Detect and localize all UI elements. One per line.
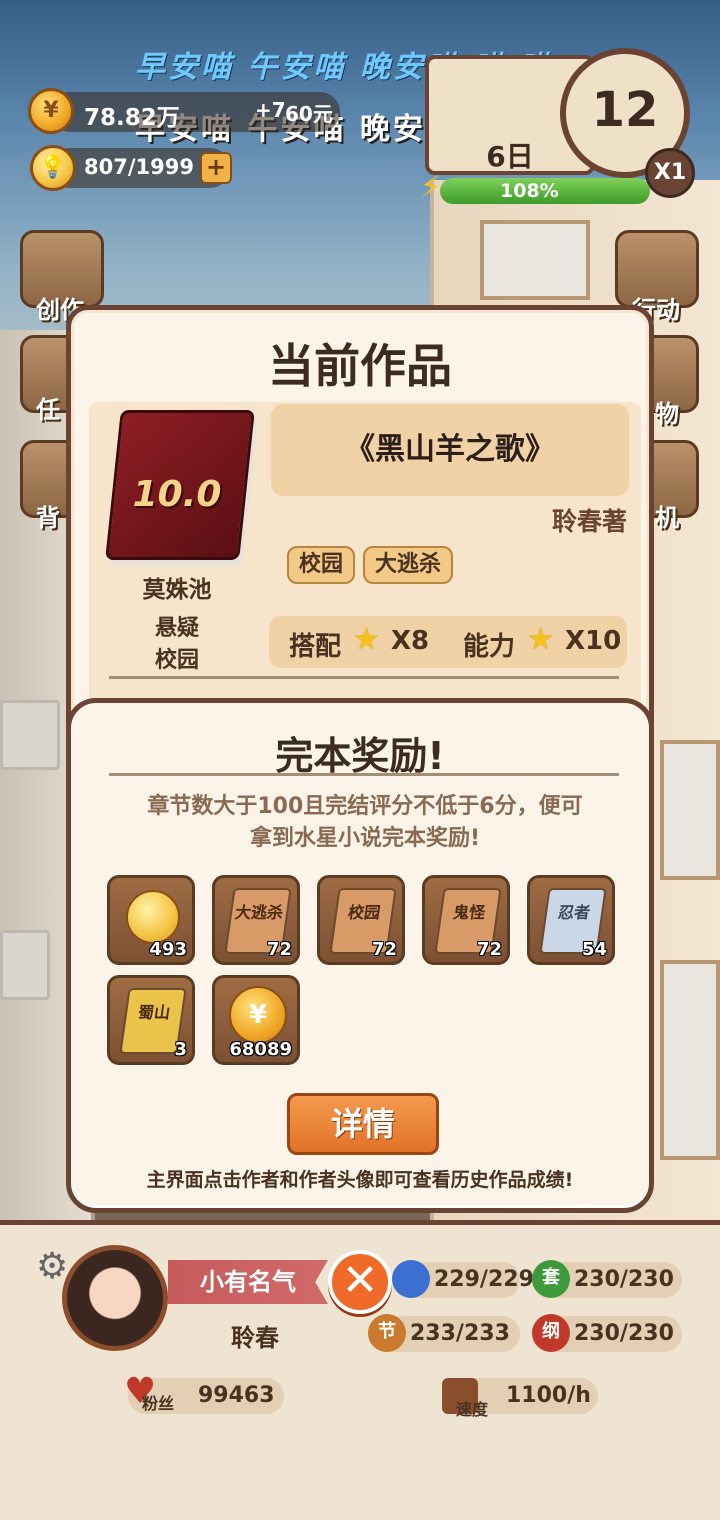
stat-pill: 纲 230/230 — [532, 1314, 682, 1352]
star-icon: ★ — [353, 622, 380, 657]
hint-text: 主界面点击作者和作者头像即可查看历史作品成绩! — [146, 1169, 574, 1191]
gear-icon[interactable]: ⚙ — [36, 1246, 68, 1287]
close-button[interactable]: ✕ — [328, 1250, 392, 1314]
background-ac-unit — [0, 700, 60, 770]
book-author: 聆春著 — [551, 507, 627, 536]
platform-name: 莫姝池 — [142, 577, 212, 603]
ability-value: X10 — [565, 626, 622, 656]
match-value: X8 — [391, 626, 430, 656]
coins-rate: 60元 — [285, 102, 333, 126]
fans-label: 粉丝 — [142, 1394, 175, 1413]
author-name[interactable]: 聆春 — [175, 1318, 335, 1358]
background-ac-unit — [0, 930, 50, 1000]
phone-label: 机 — [655, 504, 679, 532]
coin-icon: ¥ — [28, 88, 74, 134]
reward-item-book[interactable]: 忍者 54 — [527, 875, 615, 965]
speed-label: 速度 — [456, 1400, 489, 1419]
background-window — [660, 960, 720, 1160]
fans-pill: ♥ 粉丝 99463 — [124, 1374, 284, 1414]
stat-value: 230/230 — [574, 1321, 674, 1346]
speed-toggle-button[interactable]: X1 — [645, 148, 695, 198]
author-avatar[interactable] — [62, 1245, 168, 1351]
book-cover: 10.0 — [105, 410, 255, 570]
reward-item-book[interactable]: 蜀山 3 — [107, 975, 195, 1065]
coins-value: 78.82万 — [84, 105, 180, 131]
genre-line-2: 校园 — [154, 648, 199, 673]
reward-desc-line-2: 拿到水星小说完本奖励! — [249, 826, 481, 851]
current-work-panel: 当前作品 10.0 莫姝池 悬疑 校园 《黑山羊之歌》 聆春著 校园 大逃杀 搭… — [66, 305, 654, 725]
reward-item-coins[interactable]: ¥ 68089 — [212, 975, 300, 1065]
lightbulb-icon: 💡 — [30, 145, 76, 191]
reward-desc-line-1: 章节数大于100且完结评分不低于6分，便可 — [147, 794, 583, 819]
reward-count: 72 — [371, 939, 397, 960]
reward-item-idea[interactable]: 493 — [107, 875, 195, 965]
divider — [109, 676, 619, 679]
reward-count: 72 — [266, 939, 292, 960]
book-score: 10.0 — [132, 474, 222, 515]
reward-item-book[interactable]: 大逃杀 72 — [212, 875, 300, 965]
coin-icon: ¥ — [229, 986, 287, 1044]
stat-value: 233/233 — [410, 1321, 510, 1346]
energy-value: 108% — [500, 180, 559, 202]
reward-item-book[interactable]: 校园 72 — [317, 875, 405, 965]
ability-label: 能力 — [463, 632, 516, 662]
stat-icon: 套 — [532, 1260, 570, 1298]
ideas-value: 807/1999 — [84, 155, 194, 179]
divider — [109, 773, 619, 776]
stat-pill: 229/229 — [392, 1260, 534, 1298]
star-icon: ★ — [527, 622, 554, 657]
stat-pill: 节 233/233 — [368, 1314, 520, 1352]
panel-title: 当前作品 — [268, 339, 452, 393]
work-stats-bar: 搭配 ★ X8 能力 ★ X10 — [269, 616, 627, 668]
reward-count: 72 — [476, 939, 502, 960]
completion-reward-dialog: 完本奖励! 章节数大于100且完结评分不低于6分，便可 拿到水星小说完本奖励! … — [66, 698, 654, 1213]
tag-campus: 校园 — [287, 546, 356, 584]
clock-hour: 12 — [591, 82, 659, 138]
reward-title: 完本奖励! — [275, 734, 445, 778]
stat-value: 230/230 — [574, 1267, 674, 1292]
lightbulb-icon — [126, 890, 180, 944]
stat-value: 229/229 — [434, 1267, 534, 1292]
bag-label: 背 — [36, 504, 60, 532]
coins-extra: +7 — [255, 98, 286, 122]
stat-icon: 纲 — [532, 1314, 570, 1352]
stat-pill: 套 230/230 — [532, 1260, 682, 1298]
background-window — [660, 740, 720, 880]
speed-value: 1100/h — [506, 1383, 591, 1408]
reward-description: 章节数大于100且完结评分不低于6分，便可 拿到水星小说完本奖励! — [101, 791, 629, 855]
details-button[interactable]: 详情 — [287, 1093, 439, 1155]
fans-value: 99463 — [198, 1383, 275, 1408]
tag-battle-royale: 大逃杀 — [363, 546, 454, 584]
speed-pill: 速度 1100/h — [442, 1378, 598, 1419]
stat-icon — [392, 1260, 430, 1298]
background-window — [480, 220, 590, 300]
fame-title: 小有名气 — [168, 1260, 328, 1304]
reward-item-book[interactable]: 鬼怪 72 — [422, 875, 510, 965]
shop-label: 物 — [655, 400, 679, 428]
match-label: 搭配 — [289, 632, 342, 662]
lightning-icon: ⚡ — [420, 170, 442, 205]
book-title: 《黑山羊之歌》 — [271, 404, 629, 496]
stat-icon: 节 — [368, 1314, 406, 1352]
calendar-day: 6日 — [486, 140, 534, 173]
reward-count: 54 — [581, 939, 607, 960]
reward-count: 68089 — [229, 1039, 292, 1060]
tasks-label: 任 — [36, 396, 60, 424]
genre-line-1: 悬疑 — [154, 616, 199, 641]
add-ideas-button[interactable]: + — [200, 152, 232, 184]
reward-count: 493 — [149, 939, 187, 960]
reward-count: 3 — [174, 1039, 187, 1060]
